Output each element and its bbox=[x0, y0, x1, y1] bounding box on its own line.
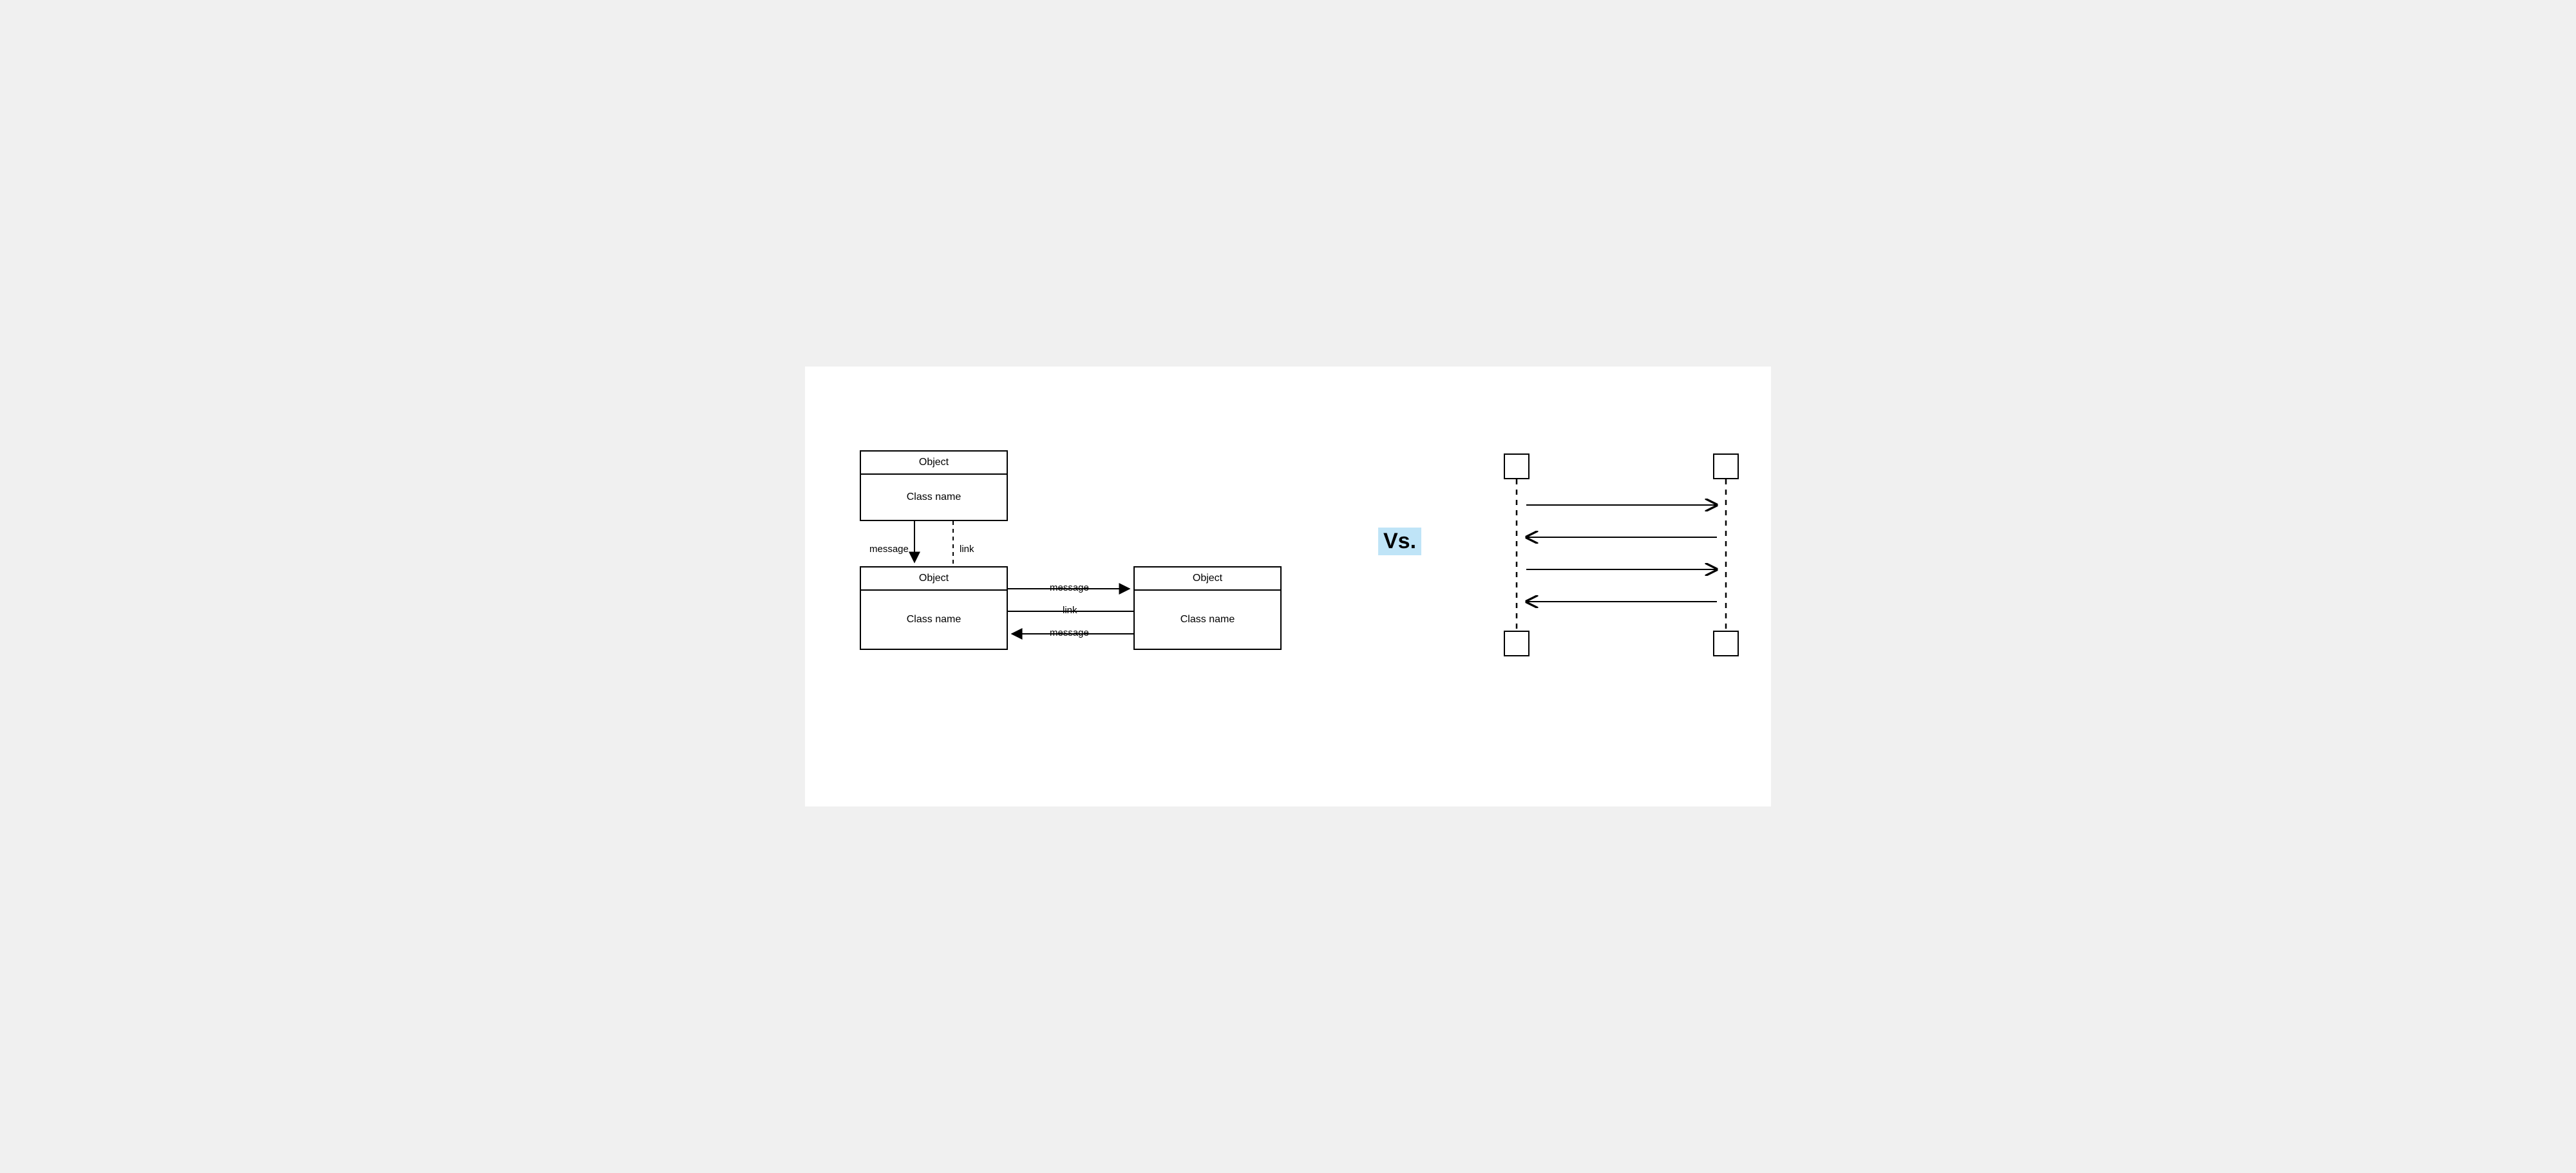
sequence-actor-bottom-right bbox=[1713, 631, 1739, 656]
label-link-vertical: link bbox=[960, 544, 974, 555]
label-message-vertical: message bbox=[869, 544, 909, 555]
uml-object-box-1: Object Class name bbox=[860, 450, 1008, 521]
uml-object-title: Object bbox=[861, 567, 1007, 591]
uml-object-title: Object bbox=[1135, 567, 1280, 591]
label-message-bottom: message bbox=[1050, 627, 1089, 638]
diagram-comparison-canvas: Object Class name Object Class name Obje… bbox=[805, 367, 1771, 806]
uml-object-classname: Class name bbox=[861, 591, 1007, 649]
sequence-actor-top-left bbox=[1504, 453, 1530, 479]
sequence-actor-bottom-left bbox=[1504, 631, 1530, 656]
label-message-top: message bbox=[1050, 582, 1089, 593]
vs-badge: Vs. bbox=[1378, 528, 1421, 555]
label-link-horizontal: link bbox=[1063, 605, 1077, 616]
uml-object-title: Object bbox=[861, 452, 1007, 475]
uml-object-classname: Class name bbox=[1135, 591, 1280, 649]
uml-object-box-3: Object Class name bbox=[1133, 566, 1282, 650]
uml-object-classname: Class name bbox=[861, 475, 1007, 520]
sequence-actor-top-right bbox=[1713, 453, 1739, 479]
uml-object-box-2: Object Class name bbox=[860, 566, 1008, 650]
